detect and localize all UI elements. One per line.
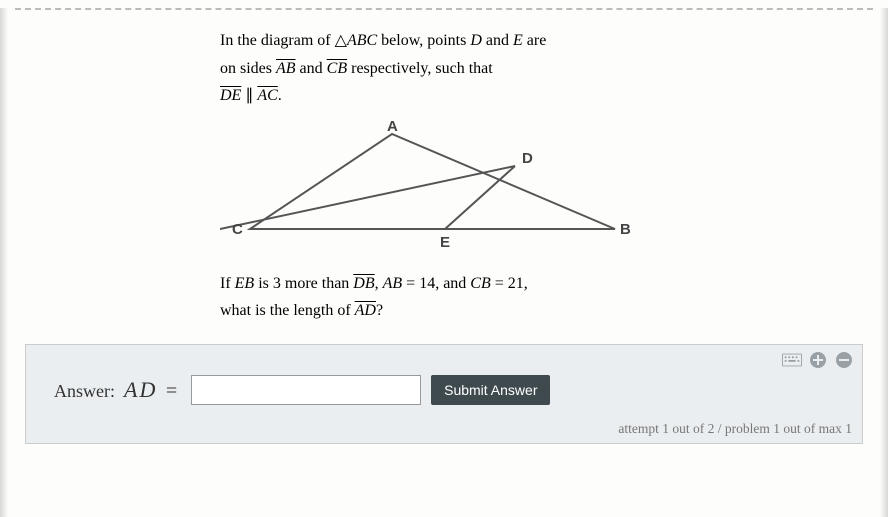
answer-var: AD	[124, 377, 157, 402]
answer-panel: Answer: AD = Submit Answer attempt 1 out…	[25, 344, 863, 444]
label-a: A	[387, 119, 398, 135]
text: on sides	[220, 60, 276, 77]
text: .	[278, 87, 282, 104]
label-d: D	[522, 150, 533, 167]
text: ?	[376, 302, 383, 319]
section-divider	[15, 8, 873, 10]
answer-label: Answer: AD =	[54, 377, 181, 403]
point-d: D	[470, 32, 482, 49]
text: are	[523, 32, 547, 49]
problem-line-2: on sides AB and CB respectively, such th…	[220, 58, 680, 80]
text: = 21,	[491, 275, 528, 292]
answer-row: Answer: AD = Submit Answer	[26, 369, 862, 419]
answer-input[interactable]	[191, 375, 421, 405]
question-line-1: If EB is 3 more than DB, AB = 14, and CB…	[220, 273, 680, 295]
geometry-diagram: A B C D E	[220, 119, 680, 259]
var-eb: EB	[235, 275, 255, 292]
var-ab: AB	[383, 275, 403, 292]
text: ,	[375, 275, 383, 292]
text: and	[482, 32, 513, 49]
label-c: C	[232, 221, 243, 238]
problem-line-1: In the diagram of △ABC below, points D a…	[220, 30, 680, 52]
text: is 3 more than	[254, 275, 353, 292]
text: what is the length of	[220, 302, 355, 319]
minus-icon[interactable]	[834, 351, 854, 369]
label-e: E	[440, 234, 450, 251]
equals-sign: =	[166, 380, 177, 402]
triangle-name: ABC	[347, 32, 377, 49]
segment-ac: AC	[257, 87, 277, 104]
label-b: B	[620, 221, 630, 238]
segment-ad: AD	[355, 302, 376, 319]
question-line-2: what is the length of AD?	[220, 300, 680, 322]
text: = 14, and	[402, 275, 470, 292]
point-e: E	[513, 32, 523, 49]
keyboard-icon[interactable]	[782, 351, 802, 369]
answer-word: Answer:	[54, 381, 115, 401]
plus-icon[interactable]	[808, 351, 828, 369]
attempt-status: attempt 1 out of 2 / problem 1 out of ma…	[26, 419, 862, 443]
triangle-symbol: △	[335, 32, 347, 49]
submit-answer-button[interactable]: Submit Answer	[431, 375, 550, 405]
problem-statement: In the diagram of △ABC below, points D a…	[220, 30, 680, 322]
segment-db: DB	[353, 275, 374, 292]
text: In the diagram of	[220, 32, 335, 49]
var-cb: CB	[470, 275, 490, 292]
text: and	[296, 60, 327, 77]
toolbar	[26, 345, 862, 369]
problem-line-3: DE ∥ AC.	[220, 85, 680, 107]
text: respectively, such that	[347, 60, 493, 77]
segment-ab: AB	[276, 60, 296, 77]
parallel-symbol: ∥	[241, 87, 257, 104]
text: If	[220, 275, 235, 292]
text: below, points	[377, 32, 470, 49]
segment-cb: CB	[327, 60, 347, 77]
segment-de: DE	[220, 87, 241, 104]
